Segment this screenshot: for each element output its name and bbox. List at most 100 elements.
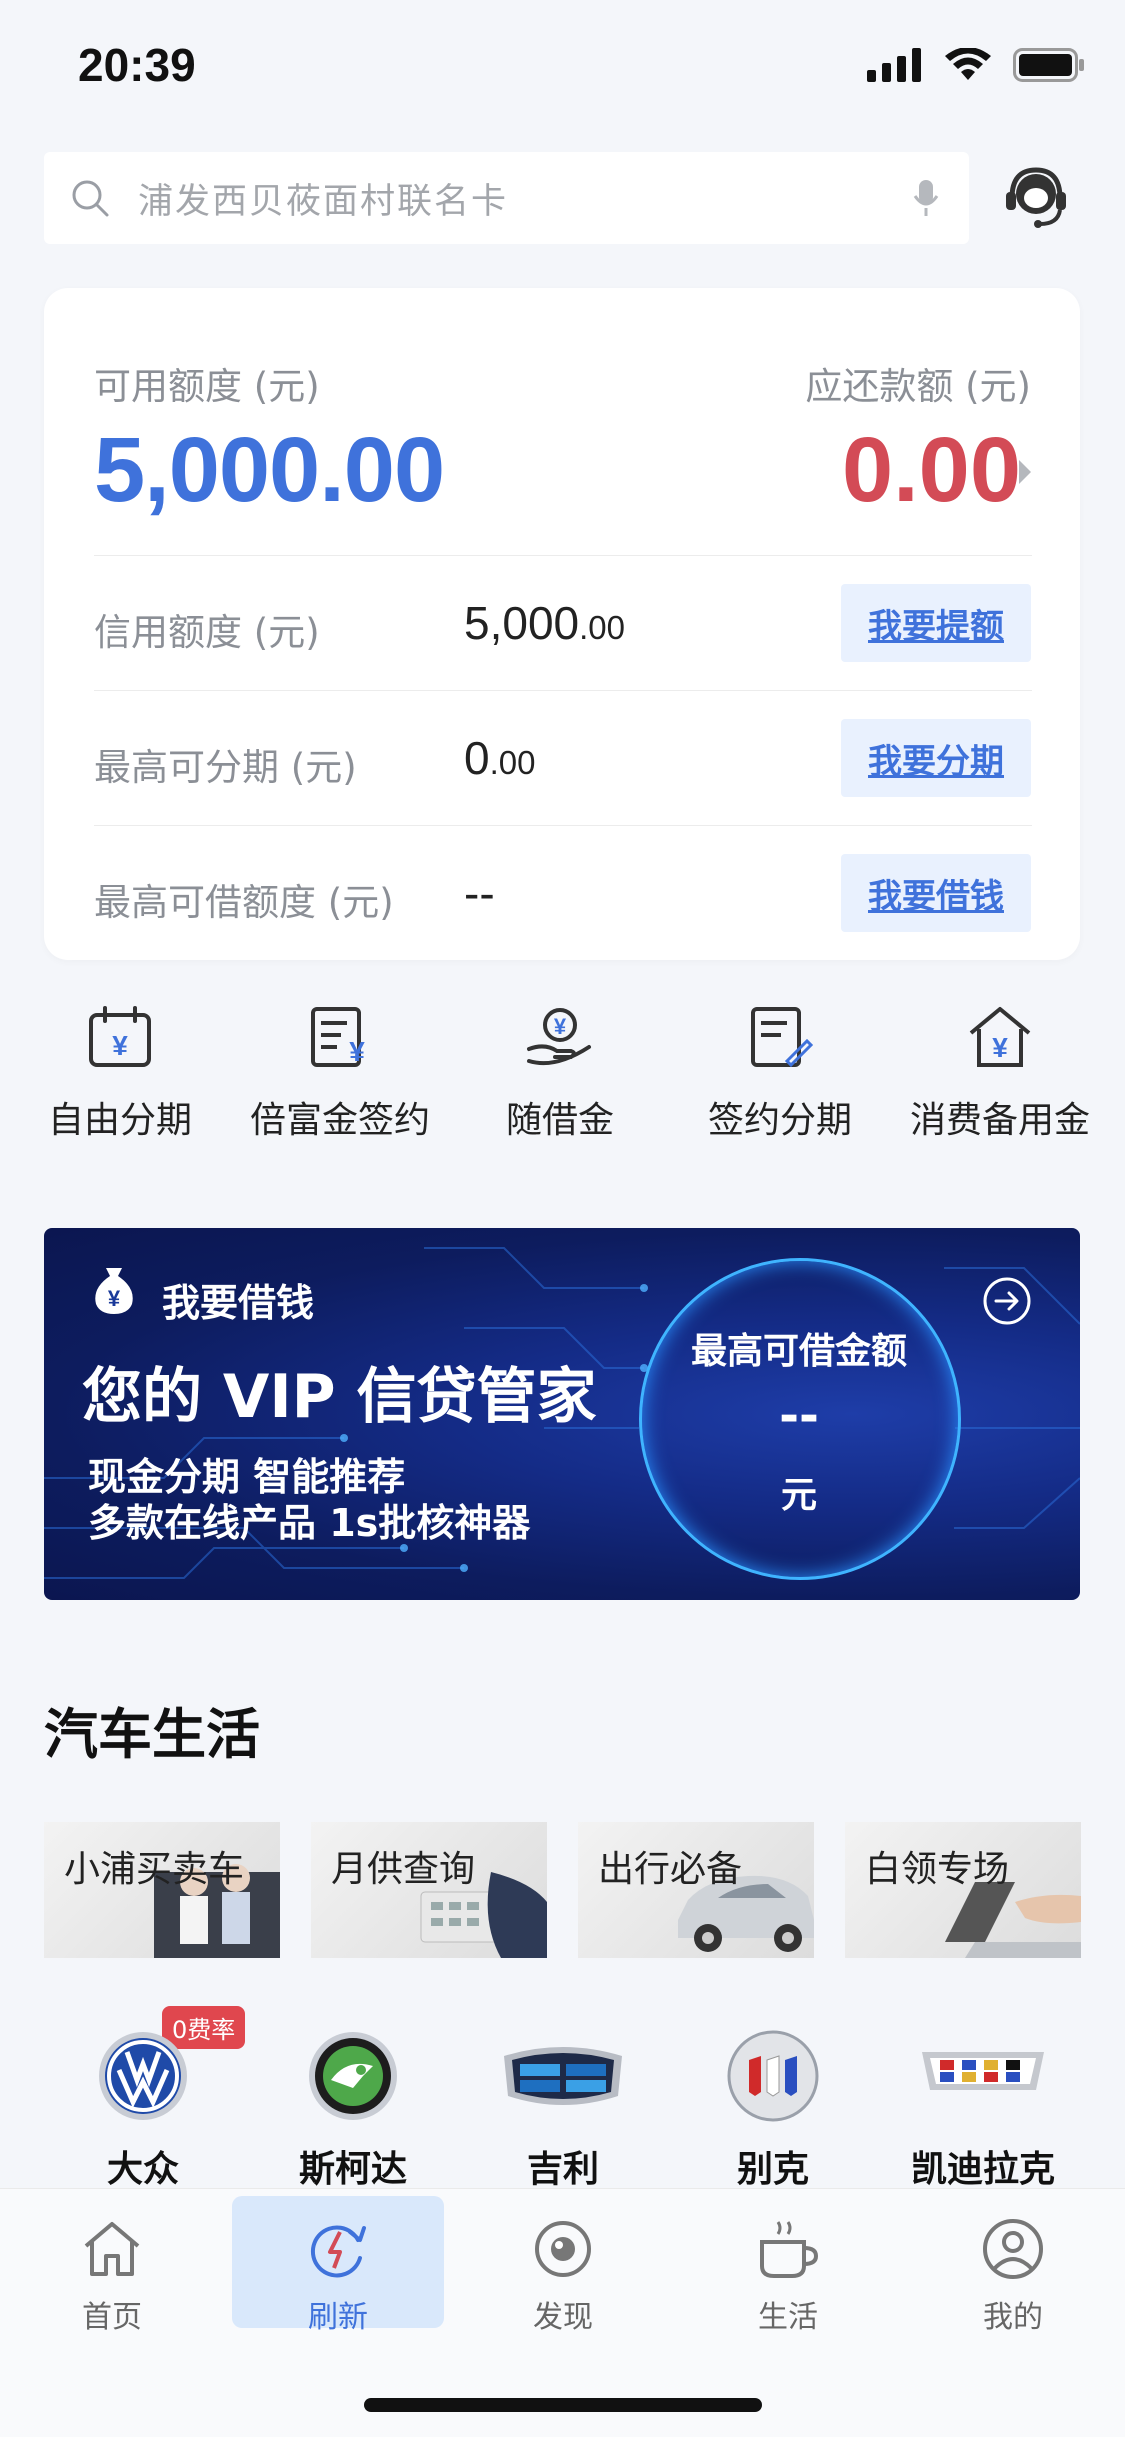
banner-sub2: 多款在线产品 1s批核神器 <box>88 1501 531 1545</box>
search-bar[interactable]: 浦发西贝莜面村联名卡 <box>44 152 969 244</box>
signal-icon <box>867 48 921 82</box>
wifi-icon <box>945 48 991 80</box>
brand-volkswagen[interactable]: 大众 <box>38 2030 248 2192</box>
installment-label: 最高可分期 (元) <box>94 746 357 789</box>
svg-text:¥: ¥ <box>349 1036 365 1067</box>
svg-text:¥: ¥ <box>554 1014 567 1039</box>
tab-label: 发现 <box>533 2300 593 2335</box>
geely-logo-icon <box>504 2047 622 2105</box>
tab-label: 刷新 <box>308 2300 368 2335</box>
quick-free-installment[interactable]: ¥ 自由分期 <box>15 1005 225 1143</box>
svg-text:¥: ¥ <box>112 1030 128 1061</box>
installment-value: 0.00 <box>464 731 535 785</box>
banner-headline: 您的 VIP 信贷管家 <box>82 1362 597 1432</box>
quick-label: 倍富金签约 <box>249 1100 430 1141</box>
quick-sign-installment[interactable]: 签约分期 <box>675 1005 885 1143</box>
credit-limit-int: 5,000 <box>464 597 580 649</box>
brand-skoda[interactable]: 斯柯达 <box>248 2030 458 2192</box>
brand-cadillac[interactable]: 凯迪拉克 <box>878 2030 1088 2192</box>
loan-banner[interactable]: ¥ 我要借钱 您的 VIP 信贷管家 现金分期 智能推荐 多款在线产品 1s批核… <box>44 1228 1080 1600</box>
quick-label: 签约分期 <box>707 1100 852 1141</box>
status-icons <box>867 48 1085 82</box>
quick-label: 消费备用金 <box>909 1100 1090 1141</box>
search-input[interactable]: 浦发西贝莜面村联名卡 <box>138 173 887 224</box>
skoda-logo-icon <box>309 2032 397 2120</box>
tab-home[interactable]: 首页 <box>7 2218 217 2336</box>
tab-label: 我的 <box>983 2300 1043 2335</box>
microphone-icon[interactable] <box>913 178 939 218</box>
brand-buick[interactable]: 别克 <box>668 2030 878 2192</box>
installment-button[interactable]: 我要分期 <box>841 719 1031 797</box>
car-tile-travel[interactable]: 出行必备 <box>578 1822 814 1958</box>
brand-label: 别克 <box>736 2149 809 2190</box>
cup-icon <box>760 2221 819 2278</box>
car-tile-label: 出行必备 <box>598 1849 743 1890</box>
tab-life[interactable]: 生活 <box>683 2218 893 2336</box>
calendar-yuan-icon: ¥ <box>89 1006 151 1067</box>
quick-label: 随借金 <box>505 1100 614 1141</box>
hand-coin-icon: ¥ <box>527 1008 591 1066</box>
volkswagen-logo-icon <box>99 2032 187 2120</box>
brand-label: 大众 <box>106 2149 179 2190</box>
divider <box>94 690 1032 691</box>
divider <box>94 825 1032 826</box>
brand-label: 吉利 <box>526 2149 599 2190</box>
credit-limit-label: 信用额度 (元) <box>94 611 320 654</box>
house-yuan-icon: ¥ <box>969 1007 1031 1067</box>
discover-icon <box>535 2221 591 2277</box>
available-label: 可用额度 (元) <box>94 365 320 408</box>
banner-circle-value: -- <box>779 1388 819 1444</box>
installment-int: 0 <box>464 732 490 784</box>
brand-label: 斯柯达 <box>298 2149 407 2190</box>
tab-refresh[interactable]: 刷新 <box>233 2218 443 2336</box>
credit-limit-value: 5,000.00 <box>464 596 625 650</box>
car-tile-label: 白领专场 <box>865 1849 1010 1890</box>
repay-label: 应还款额 (元) <box>805 365 1031 408</box>
home-icon <box>84 2222 140 2276</box>
raise-limit-button[interactable]: 我要提额 <box>841 584 1031 662</box>
car-tile-monthly[interactable]: 月供查询 <box>311 1822 547 1958</box>
installment-dec: .00 <box>489 744 536 781</box>
tab-label: 首页 <box>82 2300 142 2335</box>
home-indicator <box>364 2398 762 2412</box>
tab-profile[interactable]: 我的 <box>908 2218 1118 2336</box>
cadillac-logo-icon <box>922 2052 1044 2090</box>
arrow-circle-icon[interactable] <box>982 1276 1032 1326</box>
loan-limit-value: -- <box>464 866 495 920</box>
contract-pen-icon <box>751 1007 813 1068</box>
credit-limit-dec: .00 <box>579 609 625 646</box>
quick-beifu-sign[interactable]: ¥ 倍富金签约 <box>235 1005 445 1143</box>
brand-geely[interactable]: 吉利 <box>458 2030 668 2192</box>
loan-limit-label: 最高可借额度 (元) <box>94 881 394 924</box>
profile-icon <box>983 2219 1043 2279</box>
quick-consumer-reserve[interactable]: ¥ 消费备用金 <box>895 1005 1105 1143</box>
document-yuan-icon: ¥ <box>311 1007 365 1067</box>
tab-discover[interactable]: 发现 <box>458 2218 668 2336</box>
customer-service-icon[interactable] <box>998 160 1074 236</box>
search-icon <box>72 180 109 217</box>
svg-text:¥: ¥ <box>992 1032 1008 1063</box>
battery-icon <box>1013 48 1084 82</box>
banner-circle-title: 最高可借金额 <box>690 1331 907 1372</box>
car-tile-buy-sell[interactable]: 小浦买卖车 <box>44 1822 280 1958</box>
banner-tag: 我要借钱 <box>162 1281 315 1325</box>
tab-label: 生活 <box>758 2300 818 2335</box>
buick-logo-icon <box>727 2030 819 2122</box>
refresh-icon <box>310 2225 366 2278</box>
borrow-button[interactable]: 我要借钱 <box>841 854 1031 932</box>
loan-limit-int: -- <box>464 867 495 919</box>
banner-circle-unit: 元 <box>780 1475 817 1516</box>
car-tile-label: 小浦买卖车 <box>64 1849 245 1890</box>
brand-label: 凯迪拉克 <box>910 2149 1055 2190</box>
car-tile-white-collar[interactable]: 白领专场 <box>845 1822 1081 1958</box>
section-title-car-life: 汽车生活 <box>44 1703 260 1766</box>
quick-label: 自由分期 <box>47 1100 192 1141</box>
quick-suijiejin[interactable]: ¥ 随借金 <box>455 1005 665 1143</box>
chevron-right-icon[interactable] <box>1017 458 1033 486</box>
status-time: 20:39 <box>78 39 196 91</box>
divider <box>94 555 1032 556</box>
repay-amount[interactable]: 0.00 <box>842 418 1021 523</box>
money-bag-icon: ¥ <box>95 1268 133 1314</box>
available-amount: 5,000.00 <box>94 419 445 521</box>
svg-text:¥: ¥ <box>108 1286 121 1311</box>
